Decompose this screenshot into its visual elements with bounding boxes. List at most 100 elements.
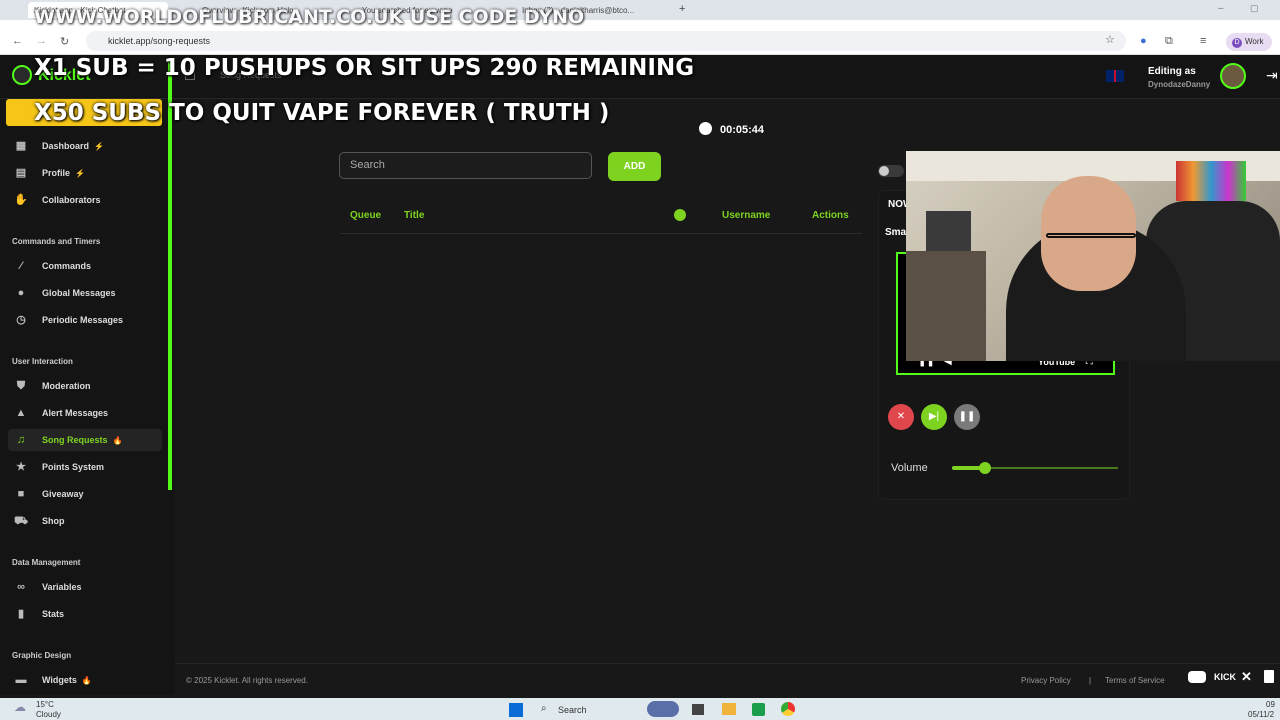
x-twitter-icon[interactable]: ✕ [1241, 669, 1252, 685]
reload-icon[interactable]: ↻ [60, 35, 69, 48]
sidebar-item-shop[interactable]: ⛟ Shop [8, 510, 162, 532]
column-username[interactable]: Username [722, 210, 770, 221]
privacy-policy-link[interactable]: Privacy Policy [1021, 676, 1071, 685]
document-icon[interactable] [1264, 670, 1274, 683]
sidebar-item-label: Alert Messages [42, 408, 109, 418]
back-icon[interactable]: ← [12, 35, 23, 47]
star-icon: ★ [16, 461, 26, 473]
file-explorer-icon[interactable] [722, 703, 736, 715]
overlay-sponsor-text: WWW.WORLDOFLUBRICANT.CO.UK USE CODE DYNO [34, 6, 585, 28]
kick-icon[interactable]: KICK [1214, 672, 1236, 682]
chat-bubble-icon: ● [17, 287, 25, 299]
discord-icon[interactable] [1188, 671, 1206, 683]
windows-taskbar: ☁ 15°C Cloudy ⌕ Search 09 05/11/2 [0, 698, 1280, 720]
editing-as-label: Editing as [1148, 66, 1196, 77]
profile-label: Work [1245, 37, 1264, 46]
column-title[interactable]: Title [404, 210, 424, 221]
player-toggle[interactable] [878, 165, 904, 177]
maximize-icon[interactable]: ▢ [1248, 2, 1262, 18]
sidebar-item-profile[interactable]: ▤ Profile ⚡ [8, 162, 162, 184]
sidebar-item-label: Profile [42, 168, 71, 178]
kicklet-logo-icon[interactable] [12, 65, 32, 85]
profile-button[interactable]: D Work [1226, 33, 1272, 51]
sidebar-item-points-system[interactable]: ★ Points System [8, 456, 162, 478]
weather-cloud-icon[interactable]: ☁ [14, 700, 26, 714]
language-flag-icon[interactable] [1106, 70, 1124, 82]
overlay-vape-text: X50 SUBS TO QUIT VAPE FOREVER ( TRUTH ) [34, 100, 610, 126]
taskbar-search-label[interactable]: Search [558, 705, 587, 715]
minimize-icon[interactable]: – [1216, 2, 1230, 18]
skip-button[interactable]: ▶| [921, 404, 947, 430]
sidebar-item-variables[interactable]: ∞ Variables [8, 576, 162, 598]
section-data-management: Data Management [12, 558, 81, 567]
terms-link[interactable]: Terms of Service [1105, 676, 1165, 685]
search-placeholder: Search [350, 159, 385, 171]
footer-separator: | [1089, 676, 1092, 685]
stream-timer: 00:05:44 [699, 122, 764, 136]
sidebar-item-giveaway[interactable]: ■ Giveaway [8, 483, 162, 505]
weather-temp: 15°C [36, 700, 54, 709]
dashboard-icon: ▦ [15, 140, 27, 152]
copyright-text: © 2025 Kicklet. All rights reserved. [186, 676, 308, 685]
sidebar-item-label: Periodic Messages [42, 315, 124, 325]
sidebar-item-label: Moderation [42, 381, 91, 391]
sidebar-item-collaborators[interactable]: ✋ Collaborators [8, 189, 162, 211]
sidebar-item-widgets[interactable]: ▬ Widgets 🔥 [8, 669, 162, 691]
warning-icon: ▲ [15, 407, 27, 419]
column-queue[interactable]: Queue [350, 210, 381, 221]
stop-button[interactable]: ✕ [888, 404, 914, 430]
url-text: kicklet.app/song-requests [108, 36, 211, 46]
sidebar-item-label: Global Messages [42, 288, 116, 298]
duration-clock-icon [674, 209, 686, 221]
add-button[interactable]: ADD [608, 152, 661, 181]
pause-icon: ❚❚ [958, 411, 976, 422]
task-view-icon[interactable] [692, 704, 704, 715]
avatar[interactable] [1220, 63, 1246, 89]
new-tab-button[interactable]: + [676, 2, 692, 18]
cart-icon: ⛟ [14, 515, 28, 527]
forward-icon[interactable]: → [36, 35, 47, 47]
taskbar-search-icon[interactable]: ⌕ [541, 703, 547, 714]
table-header-divider [340, 233, 862, 234]
bookmark-star-icon[interactable]: ☆ [1105, 33, 1115, 46]
sidebar-item-song-requests[interactable]: ♫ Song Requests 🔥 [8, 429, 162, 451]
sidebar-item-alert-messages[interactable]: ▲ Alert Messages [8, 402, 162, 424]
sidebar-item-commands[interactable]: ⁄ Commands [8, 255, 162, 277]
timer-value: 00:05:44 [720, 124, 765, 136]
search-input[interactable]: Search [339, 152, 592, 179]
windows-start-icon[interactable] [509, 703, 523, 717]
toggle-knob [879, 166, 889, 176]
handshake-icon: ✋ [14, 194, 28, 206]
pause-button[interactable]: ❚❚ [954, 404, 980, 430]
reading-list-icon[interactable]: ≡ [1200, 35, 1206, 47]
sidebar-item-dashboard[interactable]: ▦ Dashboard ⚡ [8, 135, 162, 157]
webcam-overlay [906, 151, 1280, 361]
lightning-icon: ⚡ [75, 169, 85, 178]
app-icon[interactable] [752, 703, 765, 716]
column-actions[interactable]: Actions [812, 210, 849, 221]
sidebar-item-stats[interactable]: ▮ Stats [8, 603, 162, 625]
logout-icon[interactable]: ⇥ [1266, 67, 1278, 84]
url-field[interactable]: kicklet.app/song-requests [86, 31, 1126, 51]
sidebar-item-periodic-messages[interactable]: ◷ Periodic Messages [8, 309, 162, 331]
sidebar-item-moderation[interactable]: ⛊ Moderation [8, 375, 162, 397]
sidebar-item-label: Dashboard [42, 141, 90, 151]
profile-icon: ▤ [15, 167, 27, 179]
now-playing-title: Sma [885, 227, 907, 238]
sidebar-item-label: Points System [42, 462, 105, 472]
extensions-puzzle-icon[interactable]: ⧉ [1165, 35, 1173, 48]
sidebar-item-global-messages[interactable]: ● Global Messages [8, 282, 162, 304]
extension-icon[interactable]: ● [1140, 35, 1147, 47]
volume-label: Volume [891, 462, 928, 474]
fire-icon: 🔥 [81, 676, 92, 685]
chrome-icon[interactable] [781, 702, 795, 716]
sidebar-item-label: Collaborators [42, 195, 101, 205]
lightning-icon: ⚡ [94, 142, 104, 151]
address-bar-row: ← → ↻ kicklet.app/song-requests ☆ ● ⧉ ≡ … [0, 28, 1280, 55]
webcam-desk [906, 251, 986, 361]
sidebar-item-label: Widgets [42, 675, 77, 685]
fire-icon: 🔥 [112, 436, 123, 445]
close-icon: ✕ [896, 411, 906, 422]
sidebar-item-label: Variables [42, 582, 82, 592]
taskbar-widget-icon[interactable] [647, 701, 679, 717]
